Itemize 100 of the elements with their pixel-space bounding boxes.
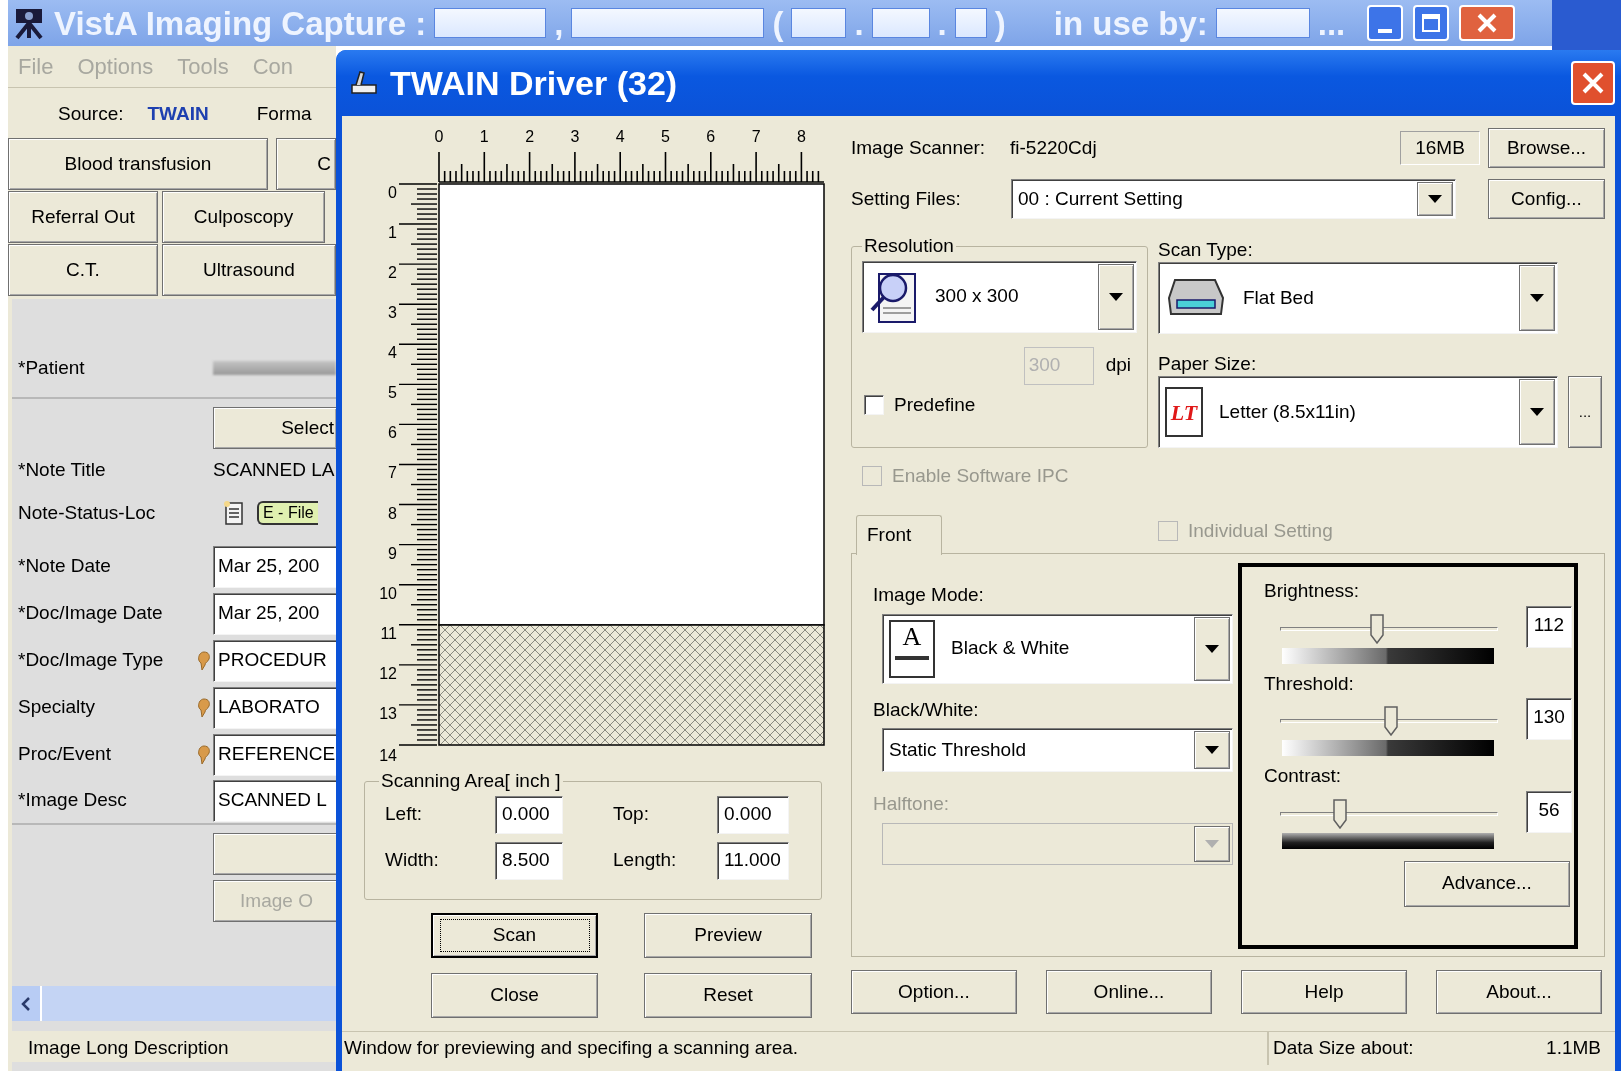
ruler-label: 12 bbox=[379, 664, 397, 682]
window-title: in use by: bbox=[1053, 6, 1208, 40]
dropdown-button[interactable] bbox=[1194, 616, 1230, 681]
text-field[interactable]: PROCEDUR bbox=[213, 639, 336, 682]
field-label: Width: bbox=[385, 848, 440, 873]
scanner-name: fi-5220Cdj bbox=[1010, 135, 1098, 160]
field-label: Proc/Event bbox=[17, 742, 112, 767]
resolution-dropdown[interactable]: 300 x 300 bbox=[862, 260, 1137, 333]
ruler-label: 10 bbox=[379, 584, 397, 602]
minimize-icon bbox=[1378, 29, 1393, 33]
minimize-button[interactable] bbox=[1367, 5, 1404, 41]
category-button[interactable]: Ultrasound bbox=[162, 244, 336, 296]
text-field[interactable]: Mar 25, 200 bbox=[213, 592, 336, 635]
checkbox-label: Predefine bbox=[894, 392, 976, 417]
caret-icon bbox=[1109, 292, 1123, 301]
dropdown-button[interactable] bbox=[1519, 265, 1555, 331]
checkbox[interactable] bbox=[864, 394, 884, 415]
text-field[interactable]: SCANNED L bbox=[213, 779, 336, 822]
horizontal-scrollbar[interactable] bbox=[12, 986, 336, 1021]
ruler-label: 6 bbox=[706, 128, 716, 145]
ruler-label: 4 bbox=[388, 344, 397, 362]
dialog-button[interactable]: Reset bbox=[644, 973, 812, 1018]
number-field[interactable]: 0.000 bbox=[495, 795, 563, 834]
format-label: Forma bbox=[256, 101, 312, 126]
dropdown-button[interactable] bbox=[1098, 263, 1134, 330]
value-field[interactable]: 130 bbox=[1526, 698, 1572, 740]
dropdown-button[interactable] bbox=[1519, 379, 1555, 445]
threshold-mode-dropdown[interactable]: Static Threshold bbox=[882, 728, 1233, 772]
group-label: Resolution bbox=[863, 234, 955, 258]
slider-label: Brightness: bbox=[1264, 579, 1361, 603]
desktop-background bbox=[1552, 0, 1621, 52]
window-title: . bbox=[854, 6, 864, 40]
close-button[interactable] bbox=[1459, 5, 1516, 41]
dialog-button[interactable]: Option... bbox=[851, 970, 1017, 1014]
caret-icon bbox=[1530, 294, 1544, 302]
ruler-label: 0 bbox=[434, 128, 444, 145]
ruler-label: 11 bbox=[380, 624, 397, 642]
slider-thumb[interactable] bbox=[1369, 613, 1384, 644]
note-icon bbox=[223, 500, 245, 526]
advance-button[interactable]: Advance... bbox=[1404, 860, 1570, 907]
slider-track[interactable] bbox=[1280, 613, 1498, 644]
memory-indicator: 16MB bbox=[1400, 131, 1480, 165]
text-field[interactable]: REFERENCE bbox=[213, 733, 336, 776]
ruler-label: 7 bbox=[751, 128, 761, 145]
data-size-label: Data Size about: bbox=[1273, 1036, 1414, 1061]
dialog-button[interactable]: About... bbox=[1436, 970, 1602, 1014]
category-button[interactable]: Culposcopy bbox=[162, 191, 325, 243]
slider-track[interactable] bbox=[1280, 798, 1498, 829]
field-label: *Doc/Image Date bbox=[17, 601, 164, 626]
dialog-button[interactable]: Help bbox=[1241, 970, 1407, 1014]
caret-icon bbox=[1530, 408, 1544, 416]
field-label: *Note Title bbox=[17, 457, 107, 482]
category-button[interactable]: C bbox=[276, 138, 336, 190]
slider-label: Contrast: bbox=[1264, 764, 1343, 788]
scan-type-dropdown[interactable]: Flat Bed bbox=[1158, 262, 1558, 334]
slider-thumb[interactable] bbox=[1333, 798, 1348, 829]
setting-files-dropdown[interactable]: 00 : Current Setting bbox=[1011, 179, 1456, 219]
dialog-title: TWAIN Driver (32) bbox=[390, 62, 678, 104]
image-mode-dropdown[interactable]: A Black & White bbox=[882, 613, 1233, 684]
number-field[interactable]: 11.000 bbox=[717, 841, 789, 880]
value-field[interactable]: 56 bbox=[1526, 790, 1572, 833]
field-label: Left: bbox=[385, 802, 423, 827]
checkbox-label: Enable Software IPC bbox=[892, 463, 1069, 488]
tab[interactable]: Front bbox=[856, 515, 942, 555]
pin-icon bbox=[196, 744, 211, 765]
value-field[interactable]: 112 bbox=[1526, 605, 1572, 648]
icon-letter: LT bbox=[1170, 398, 1198, 427]
ruler-label: 7 bbox=[388, 464, 397, 482]
text-field[interactable]: Mar 25, 200 bbox=[213, 545, 336, 588]
dropdown-button[interactable] bbox=[1194, 731, 1230, 769]
number-field[interactable]: 0.000 bbox=[717, 795, 789, 834]
more-button[interactable]: ... bbox=[1568, 376, 1602, 448]
config-button[interactable]: Config... bbox=[1488, 179, 1605, 219]
close-button[interactable] bbox=[1571, 61, 1615, 105]
text-field[interactable]: LABORATO bbox=[213, 686, 336, 729]
ruler-label: 0 bbox=[388, 184, 397, 201]
ruler-label: 14 bbox=[379, 747, 397, 764]
scroll-left-button[interactable] bbox=[12, 986, 42, 1021]
select-button[interactable]: Select bbox=[213, 407, 336, 449]
pin-icon bbox=[196, 697, 211, 718]
browse-button[interactable]: Browse... bbox=[1488, 128, 1605, 168]
field-label: Image Mode: bbox=[873, 583, 985, 607]
dialog-button[interactable]: Online... bbox=[1046, 970, 1212, 1014]
data-size-value: 1.1MB bbox=[1546, 1036, 1601, 1061]
dialog-button[interactable]: Scan bbox=[431, 913, 598, 958]
dialog-button[interactable]: Preview bbox=[644, 913, 812, 958]
category-button[interactable]: Blood transfusion bbox=[8, 138, 268, 190]
category-button[interactable]: Referral Out bbox=[8, 191, 158, 243]
slider-track[interactable] bbox=[1280, 706, 1498, 736]
dropdown-button[interactable] bbox=[1417, 182, 1453, 216]
maximize-button[interactable] bbox=[1413, 5, 1450, 41]
number-field[interactable]: 8.500 bbox=[495, 841, 563, 880]
ruler-label: 8 bbox=[388, 504, 397, 522]
pin-icon bbox=[196, 650, 211, 671]
ruler-label: 9 bbox=[388, 544, 397, 562]
category-button[interactable]: C.T. bbox=[8, 244, 158, 296]
dialog-button[interactable]: Close bbox=[431, 973, 598, 1018]
paper-size-dropdown[interactable]: LT Letter (8.5x11in) bbox=[1158, 376, 1558, 448]
caret-icon bbox=[1205, 644, 1219, 653]
slider-thumb[interactable] bbox=[1384, 706, 1399, 736]
